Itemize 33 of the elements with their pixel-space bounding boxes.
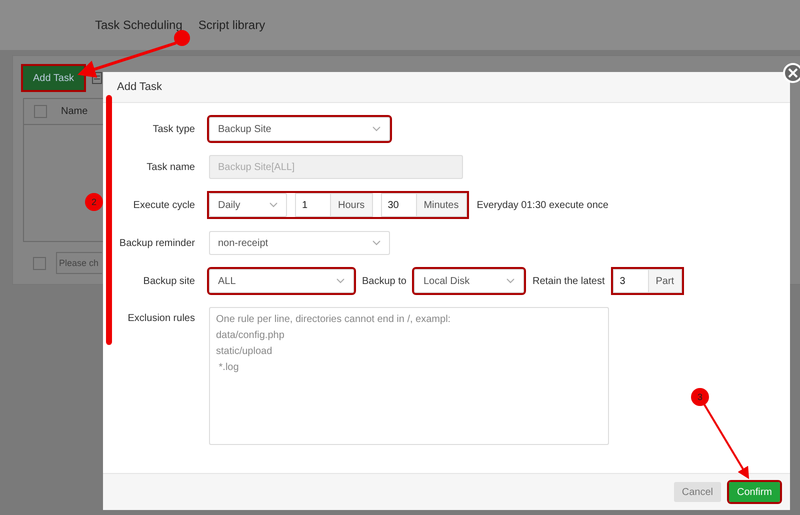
- field-label: Backup reminder: [118, 238, 195, 248]
- field-label: Task name: [146, 162, 195, 172]
- batch-action-field[interactable]: Please ch: [56, 252, 102, 274]
- step-marker: [174, 30, 190, 46]
- field-label: Execute cycle: [132, 200, 195, 210]
- dialog-title: Add Task: [117, 81, 162, 93]
- select-field[interactable]: non-receipt: [209, 231, 390, 255]
- minutes-field[interactable]: 30 Minutes: [380, 193, 467, 217]
- field-label: Retain the latest: [532, 276, 605, 286]
- site-select[interactable]: ALL: [209, 269, 354, 293]
- column-header: Name: [61, 106, 88, 117]
- select-field[interactable]: Backup Site: [209, 117, 390, 141]
- checkbox[interactable]: [33, 256, 46, 270]
- document-icon[interactable]: [92, 72, 102, 84]
- hours-field[interactable]: 1 Hours: [295, 193, 373, 217]
- retain-count-field[interactable]: 3 Part: [612, 269, 682, 293]
- page-tab[interactable]: Script library: [198, 18, 266, 32]
- chevron-down-icon: [372, 240, 381, 246]
- field-label: Backup to: [362, 276, 406, 286]
- field-label: Backup site: [142, 276, 195, 286]
- chevron-down-icon: [506, 278, 516, 284]
- field-label: Task type: [152, 124, 195, 134]
- page-tab[interactable]: Task Scheduling: [95, 18, 182, 32]
- chevron-down-icon: [336, 278, 345, 284]
- destination-select[interactable]: Local Disk: [414, 269, 524, 293]
- add-task-button[interactable]: Add Task: [23, 66, 84, 90]
- field-label: Exclusion rules: [126, 312, 195, 324]
- chevron-down-icon: [372, 126, 381, 132]
- period-select[interactable]: Daily: [209, 193, 287, 217]
- exclusion-rules-field[interactable]: One rule per line, directories cannot end in /, exampl: data/config.php static/upload *.log: [209, 307, 609, 445]
- checkbox[interactable]: [34, 105, 47, 118]
- schedule-summary: Everyday 01:30 execute once: [476, 200, 608, 210]
- chevron-down-icon: [269, 202, 278, 208]
